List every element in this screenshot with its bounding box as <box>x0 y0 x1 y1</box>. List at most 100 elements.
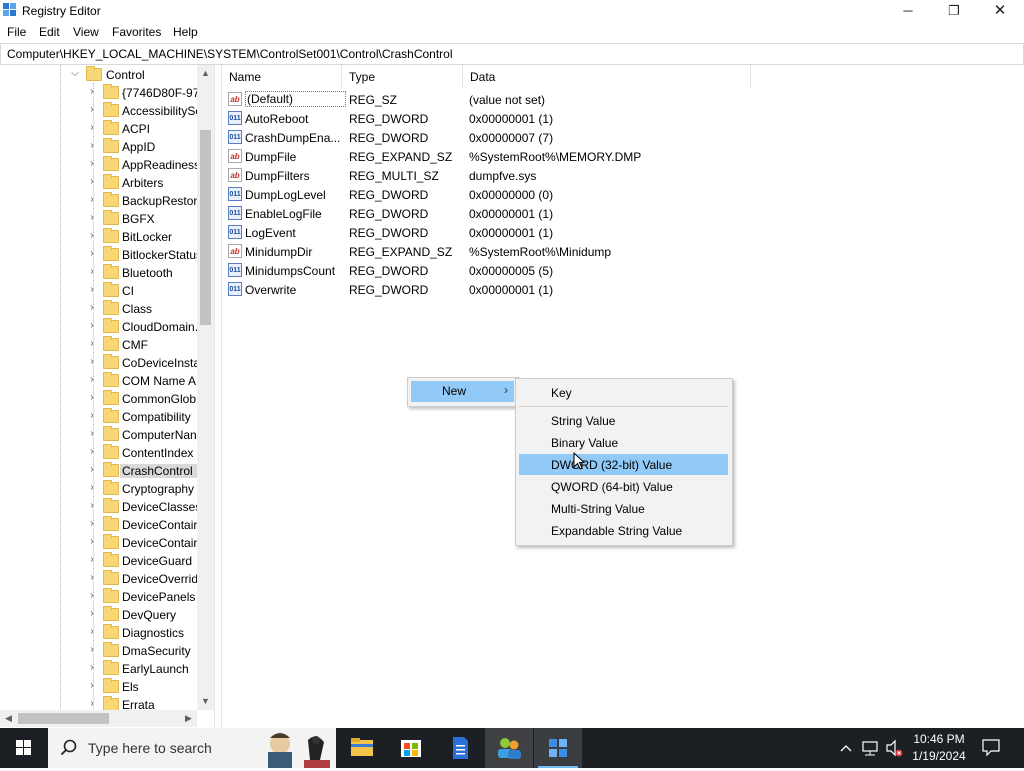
value-row[interactable]: ab DumpFile REG_EXPAND_SZ %SystemRoot%\MEMO… <box>222 147 752 166</box>
value-row[interactable]: 011 MinidumpsCount REG_DWORD 0x00000005 (5) <box>222 261 752 280</box>
value-row[interactable]: 011 AutoReboot REG_DWORD 0x00000001 (1) <box>222 109 752 128</box>
tree-node[interactable]: › DeviceOverrid <box>0 570 197 588</box>
expand-chevron-icon[interactable]: › <box>87 105 97 115</box>
tree-node[interactable]: › Arbiters <box>0 174 196 192</box>
submenu-item-binary-value[interactable]: Binary Value <box>519 432 728 453</box>
scroll-thumb[interactable] <box>18 713 109 724</box>
scroll-down-icon[interactable]: ▼ <box>197 693 214 710</box>
expand-chevron-icon[interactable]: › <box>87 177 97 187</box>
tree-node[interactable]: › Bluetooth <box>0 264 196 282</box>
expand-chevron-icon[interactable]: › <box>87 519 97 529</box>
tree-node[interactable]: › {7746D80F-97E <box>0 84 197 102</box>
expand-chevron-icon[interactable]: › <box>87 321 97 331</box>
menu-help[interactable]: Help <box>173 25 198 39</box>
tree-node[interactable]: › ContentIndex <box>0 444 196 462</box>
expand-chevron-icon[interactable]: › <box>87 231 97 241</box>
tree-node[interactable]: › CoDeviceInsta <box>0 354 197 372</box>
tree-node[interactable]: › Els <box>0 678 196 696</box>
tree-node-control[interactable]: ⌵ Control <box>0 66 196 84</box>
start-button[interactable] <box>0 728 48 768</box>
taskbar-document-app[interactable] <box>436 728 484 768</box>
menu-view[interactable]: View <box>73 25 99 39</box>
taskbar-file-explorer[interactable] <box>338 728 386 768</box>
expand-chevron-icon[interactable]: › <box>87 141 97 151</box>
taskbar-registry-editor[interactable] <box>534 728 582 768</box>
tree-node[interactable]: › AppReadiness <box>0 156 197 174</box>
menu-edit[interactable]: Edit <box>39 25 60 39</box>
tree-node[interactable]: › CMF <box>0 336 196 354</box>
tree-node[interactable]: › DevicePanels <box>0 588 196 606</box>
tree-node[interactable]: › ACPI <box>0 120 196 138</box>
value-row[interactable]: ab MinidumpDir REG_EXPAND_SZ %SystemRoot%\M… <box>222 242 752 261</box>
tree-node[interactable]: › AppID <box>0 138 196 156</box>
expand-chevron-icon[interactable]: › <box>87 87 97 97</box>
expand-chevron-icon[interactable]: › <box>87 159 97 169</box>
expand-chevron-icon[interactable]: › <box>87 501 97 511</box>
column-type-header[interactable]: Type <box>342 65 463 89</box>
scroll-up-icon[interactable]: ▲ <box>197 65 214 82</box>
column-name-header[interactable]: Name <box>222 65 342 89</box>
expand-chevron-icon[interactable]: › <box>87 339 97 349</box>
expand-chevron-icon[interactable]: › <box>87 195 97 205</box>
tree-vertical-scrollbar[interactable]: ▲ ▼ <box>197 65 214 710</box>
minimize-button[interactable]: ─ <box>885 0 931 22</box>
expand-chevron-icon[interactable]: › <box>87 465 97 475</box>
scroll-thumb[interactable] <box>200 130 211 325</box>
expand-chevron-icon[interactable]: › <box>87 429 97 439</box>
submenu-item-key[interactable]: Key <box>519 382 728 403</box>
value-row[interactable]: 011 LogEvent REG_DWORD 0x00000001 (1) <box>222 223 752 242</box>
collapse-chevron-icon[interactable]: ⌵ <box>70 69 80 79</box>
tree-horizontal-scrollbar[interactable]: ◀ ▶ <box>0 710 197 727</box>
expand-chevron-icon[interactable]: › <box>87 267 97 277</box>
expand-chevron-icon[interactable]: › <box>87 123 97 133</box>
tree-node[interactable]: › DeviceGuard <box>0 552 196 570</box>
tree-node[interactable]: › DeviceContair <box>0 516 197 534</box>
scroll-right-icon[interactable]: ▶ <box>180 710 197 727</box>
network-status[interactable] <box>860 728 880 768</box>
value-row[interactable]: 011 Overwrite REG_DWORD 0x00000001 (1) <box>222 280 752 299</box>
expand-chevron-icon[interactable]: › <box>87 303 97 313</box>
tree-node[interactable]: › CrashControl <box>0 462 199 480</box>
tree-node[interactable]: › BackupRestore <box>0 192 197 210</box>
expand-chevron-icon[interactable]: › <box>87 609 97 619</box>
expand-chevron-icon[interactable]: › <box>87 555 97 565</box>
system-clock[interactable]: 10:46 PM 1/19/2024 <box>905 731 973 765</box>
value-row[interactable]: ab DumpFilters REG_MULTI_SZ dumpfve.sys <box>222 166 752 185</box>
tree-node[interactable]: › Compatibility <box>0 408 196 426</box>
value-row[interactable]: 011 EnableLogFile REG_DWORD 0x00000001 (1) <box>222 204 752 223</box>
tree-node[interactable]: › CI <box>0 282 196 300</box>
expand-chevron-icon[interactable]: › <box>87 375 97 385</box>
expand-chevron-icon[interactable]: › <box>87 681 97 691</box>
close-button[interactable]: ✕ <box>977 0 1023 22</box>
volume-status[interactable] <box>884 728 904 768</box>
menu-favorites[interactable]: Favorites <box>112 25 161 39</box>
expand-chevron-icon[interactable]: › <box>87 483 97 493</box>
column-data-header[interactable]: Data <box>463 65 751 89</box>
value-row[interactable]: 011 DumpLogLevel REG_DWORD 0x00000000 (0) <box>222 185 752 204</box>
submenu-item-multi-string-value[interactable]: Multi-String Value <box>519 498 728 519</box>
tree-node[interactable]: › BGFX <box>0 210 196 228</box>
expand-chevron-icon[interactable]: › <box>87 663 97 673</box>
value-row[interactable]: 011 CrashDumpEna... REG_DWORD 0x00000007 (7… <box>222 128 752 147</box>
tree-node[interactable]: › BitLocker <box>0 228 196 246</box>
expand-chevron-icon[interactable]: › <box>87 357 97 367</box>
tree-node[interactable]: › Class <box>0 300 196 318</box>
address-bar[interactable]: Computer\HKEY_LOCAL_MACHINE\SYSTEM\Contr… <box>0 43 1024 65</box>
tree-node[interactable]: › DmaSecurity <box>0 642 196 660</box>
expand-chevron-icon[interactable]: › <box>87 699 97 709</box>
scroll-left-icon[interactable]: ◀ <box>0 710 17 727</box>
expand-chevron-icon[interactable]: › <box>87 573 97 583</box>
tree-node[interactable]: › CommonGlob <box>0 390 196 408</box>
tree-node[interactable]: › EarlyLaunch <box>0 660 196 678</box>
taskbar-microsoft-store[interactable] <box>387 728 435 768</box>
submenu-item-string-value[interactable]: String Value <box>519 410 728 431</box>
expand-chevron-icon[interactable]: › <box>87 645 97 655</box>
menu-file[interactable]: File <box>7 25 26 39</box>
expand-chevron-icon[interactable]: › <box>87 285 97 295</box>
expand-chevron-icon[interactable]: › <box>87 411 97 421</box>
tree-node[interactable]: › Cryptography <box>0 480 196 498</box>
expand-chevron-icon[interactable]: › <box>87 591 97 601</box>
expand-chevron-icon[interactable]: › <box>87 627 97 637</box>
tree-node[interactable]: › DeviceClasses <box>0 498 197 516</box>
maximize-button[interactable]: ❐ <box>931 0 977 22</box>
